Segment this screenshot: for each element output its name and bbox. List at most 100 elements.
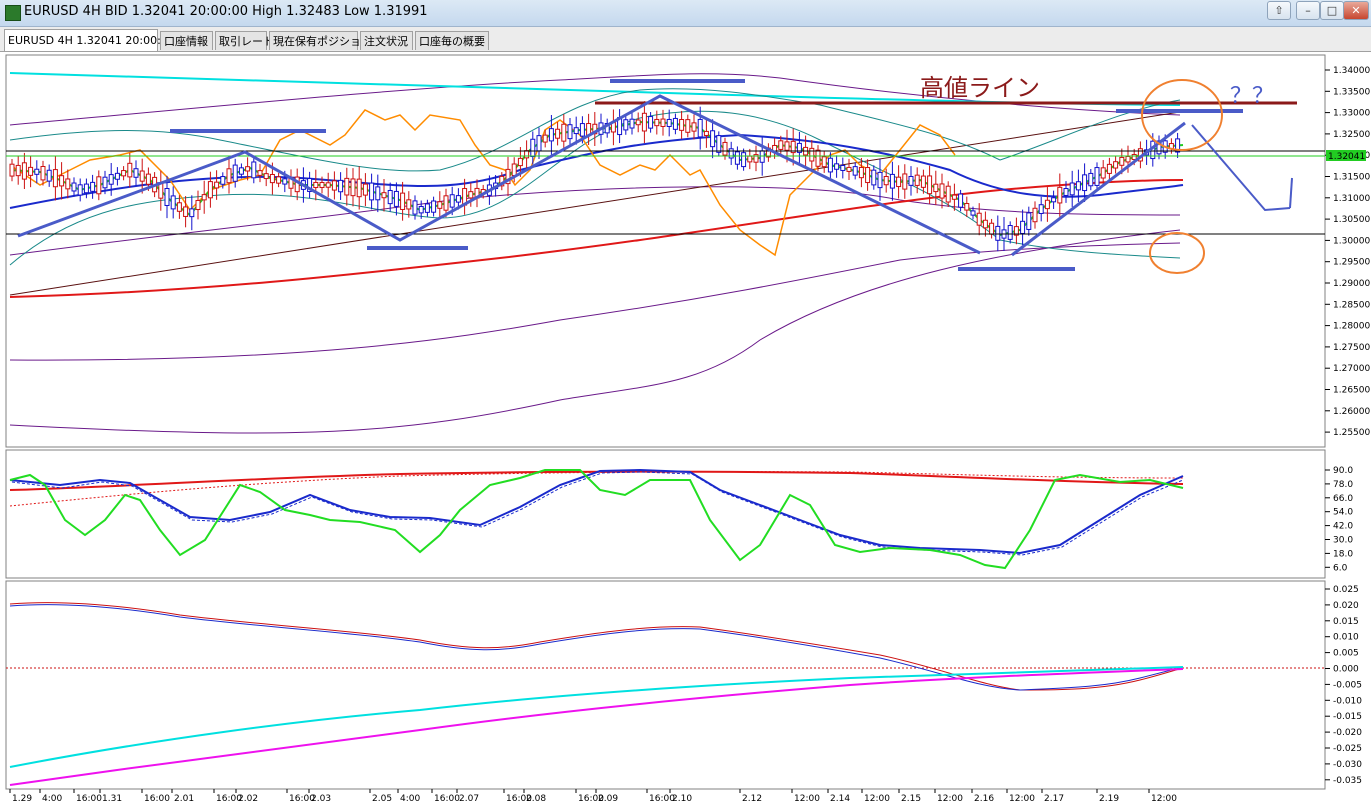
- candle-body: [666, 118, 672, 127]
- candle-body: [375, 186, 381, 201]
- candle-body: [548, 128, 554, 142]
- candle-body: [945, 185, 951, 203]
- candle-body: [995, 225, 1001, 241]
- chart-canvas[interactable]: 高値ライン ？？ 1.34000 1.33500 1.33000 1.32500 1.3…: [0, 52, 1371, 809]
- candle-body: [238, 167, 244, 175]
- price-tick-label: 1.30500: [1333, 215, 1370, 225]
- maximize-button[interactable]: □: [1320, 1, 1344, 20]
- price-tick-label: 1.27500: [1333, 343, 1370, 353]
- candle-body: [437, 201, 443, 209]
- candle-body: [1044, 199, 1050, 210]
- price-tick-label: 1.31000: [1333, 194, 1370, 204]
- candle-body: [400, 192, 406, 210]
- close-button[interactable]: ✕: [1343, 1, 1369, 20]
- candle-body: [96, 176, 102, 195]
- candle-body: [1082, 174, 1088, 192]
- candle-body: [424, 203, 430, 213]
- time-tick-label: 2.10: [672, 794, 692, 804]
- candle-body: [536, 135, 542, 152]
- macd-tick-label: 0.005: [1333, 649, 1359, 659]
- candle-body: [728, 148, 734, 159]
- candle-body: [970, 210, 976, 216]
- candle-body: [158, 182, 164, 199]
- candle-body: [282, 178, 288, 185]
- tab-positions[interactable]: 現在保有ポジション: [269, 31, 372, 50]
- time-tick-label: 2.02: [238, 794, 258, 804]
- candle-body: [189, 208, 195, 218]
- time-tick-label: 12:00: [794, 794, 820, 804]
- window-title: EURUSD 4H BID 1.32041 20:00:00 High 1.32…: [24, 4, 428, 19]
- tab-bar: EURUSD 4H 1.32041 20:00:00 口座情報 取引レート 現在…: [0, 27, 1371, 52]
- candle-body: [542, 134, 548, 143]
- candle-body: [319, 182, 325, 188]
- candle-body: [914, 174, 920, 186]
- candle-body: [9, 163, 15, 177]
- candle-body: [815, 149, 821, 167]
- candle-body: [170, 195, 176, 210]
- candle-body: [183, 206, 189, 217]
- macd-tick-label: -0.020: [1333, 728, 1362, 738]
- candle-body: [331, 180, 337, 191]
- minimize-button[interactable]: –: [1296, 1, 1320, 20]
- time-tick-label: 16:00: [76, 794, 102, 804]
- macd-tick-label: -0.025: [1333, 744, 1362, 754]
- candle-body: [648, 116, 654, 129]
- candle-body: [722, 141, 728, 156]
- candle-body: [759, 150, 765, 163]
- macd-tick-label: 0.020: [1333, 601, 1359, 611]
- candle-body: [46, 169, 52, 182]
- candle-body: [1125, 155, 1131, 163]
- candle-body: [778, 140, 784, 150]
- candle-body: [59, 175, 65, 187]
- time-tick-label: 2.03: [311, 794, 331, 804]
- price-tick-label: 1.26000: [1333, 407, 1370, 417]
- candle-body: [685, 119, 691, 133]
- candle-body: [1075, 181, 1081, 191]
- tab-account-info[interactable]: 口座情報: [160, 31, 213, 50]
- candle-body: [623, 119, 629, 131]
- candle-body: [871, 169, 877, 186]
- macd-tick-label: -0.015: [1333, 712, 1362, 722]
- tab-orders[interactable]: 注文状況: [360, 31, 413, 50]
- time-tick-label: 2.19: [1099, 794, 1119, 804]
- candle-body: [858, 166, 864, 179]
- candle-body: [933, 183, 939, 193]
- stoch-tick-label: 30.0: [1333, 536, 1353, 546]
- candle-body: [1007, 225, 1013, 240]
- time-tick-label: 16:00: [144, 794, 170, 804]
- candle-body: [524, 150, 530, 159]
- candle-body: [412, 200, 418, 215]
- candle-body: [641, 112, 647, 132]
- candle-body: [245, 166, 251, 172]
- tab-account-summary[interactable]: 口座毎の概要: [415, 31, 489, 50]
- candle-body: [958, 193, 964, 208]
- time-tick-label: 12:00: [1009, 794, 1035, 804]
- tab-chart[interactable]: EURUSD 4H 1.32041 20:00:00: [4, 29, 175, 51]
- price-tick-label: 1.28500: [1333, 300, 1370, 310]
- candle-body: [28, 166, 34, 176]
- time-tick-label: 2.14: [830, 794, 850, 804]
- candle-body: [517, 157, 523, 167]
- candle-body: [350, 178, 356, 197]
- scroll-up-icon[interactable]: ⇧: [1267, 1, 1291, 20]
- candle-body: [1063, 188, 1069, 196]
- candle-body: [313, 181, 319, 189]
- candle-body: [393, 190, 399, 207]
- stoch-tick-label: 42.0: [1333, 522, 1353, 532]
- current-price-label: 1.32041: [1328, 152, 1365, 162]
- macd-tick-label: 0.025: [1333, 585, 1359, 595]
- candle-body: [418, 206, 424, 214]
- price-tick-label: 1.25500: [1333, 428, 1370, 438]
- price-tick-label: 1.32500: [1333, 130, 1370, 140]
- candle-body: [852, 166, 858, 176]
- price-tick-label: 1.33500: [1333, 87, 1370, 97]
- price-tick-label: 1.34000: [1333, 66, 1370, 76]
- candle-body: [214, 181, 220, 189]
- candle-body: [145, 173, 151, 185]
- candle-body: [468, 191, 474, 199]
- candle-body: [635, 119, 641, 126]
- stoch-tick-label: 6.0: [1333, 563, 1348, 573]
- macd-tick-label: -0.030: [1333, 760, 1362, 770]
- candle-body: [83, 183, 89, 194]
- tab-rates[interactable]: 取引レート: [215, 31, 274, 50]
